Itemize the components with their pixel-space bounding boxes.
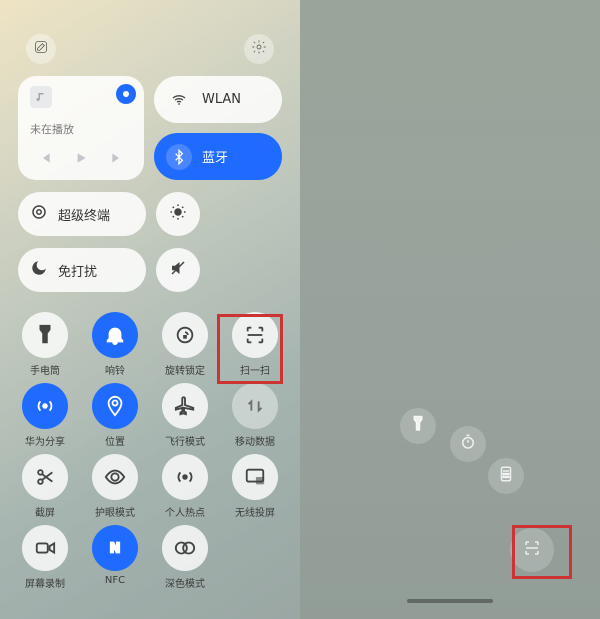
shortcut-label: 移动数据: [235, 433, 275, 448]
airplay-icon: [120, 85, 132, 104]
wifi-icon: [166, 87, 192, 113]
control-center-row-2: 超级终端: [18, 192, 282, 236]
scan-icon: [523, 539, 541, 561]
record-icon: [22, 525, 68, 571]
media-controls: [30, 150, 132, 170]
rotation-lock-icon: [162, 312, 208, 358]
edit-button[interactable]: [26, 34, 56, 64]
shortcut-label: 个人热点: [165, 504, 205, 519]
shortcut-label: 手电筒: [30, 362, 60, 377]
shortcut-label: 飞行模式: [165, 433, 205, 448]
shortcut-screenshot[interactable]: 截屏: [14, 454, 76, 519]
shortcut-flashlight[interactable]: 手电筒: [14, 312, 76, 377]
mute-icon: [169, 259, 187, 281]
compose-icon: [33, 39, 49, 59]
wlan-toggle[interactable]: WLAN: [154, 76, 282, 123]
calculator-icon: [497, 465, 515, 487]
stopwatch-icon: [459, 433, 477, 455]
control-center-screenshot: 未在播放 WLAN 蓝牙: [0, 0, 300, 619]
shortcut-label: 华为分享: [25, 433, 65, 448]
shortcut-nfc[interactable]: N NFC: [84, 525, 146, 590]
lock-shortcut-flashlight[interactable]: [400, 408, 436, 444]
nfc-icon: N: [92, 525, 138, 571]
shortcut-label: 响铃: [105, 362, 125, 377]
scissors-icon: [22, 454, 68, 500]
shortcut-label: NFC: [105, 575, 125, 586]
shortcut-eye-care[interactable]: 护眼模式: [84, 454, 146, 519]
lock-shortcut-calculator[interactable]: [488, 458, 524, 494]
super-device-pill[interactable]: 超级终端: [18, 192, 146, 236]
moon-icon: [30, 259, 48, 281]
shortcut-mobile-data[interactable]: 移动数据: [224, 383, 286, 448]
location-icon: [92, 383, 138, 429]
scan-icon: [232, 312, 278, 358]
music-note-icon: [30, 86, 52, 108]
hotspot-icon: [162, 454, 208, 500]
dnd-pill[interactable]: 免打扰: [18, 248, 146, 292]
eye-icon: [92, 454, 138, 500]
wlan-label: WLAN: [202, 92, 241, 107]
brightness-icon: [169, 203, 187, 225]
lock-shortcut-scan[interactable]: [510, 528, 554, 572]
control-center-top-bar: [0, 34, 300, 64]
prev-icon[interactable]: [39, 150, 55, 170]
dark-mode-icon: [162, 525, 208, 571]
lock-shortcut-arc: [434, 408, 554, 579]
shortcut-label: 屏幕录制: [25, 575, 65, 590]
brightness-button[interactable]: [156, 192, 200, 236]
next-icon[interactable]: [107, 150, 123, 170]
gear-icon: [251, 39, 267, 59]
shortcut-airplane[interactable]: 飞行模式: [154, 383, 216, 448]
shortcut-label: 位置: [105, 433, 125, 448]
flashlight-icon: [409, 415, 427, 437]
shortcut-scan[interactable]: 扫一扫: [224, 312, 286, 377]
shortcut-hotspot[interactable]: 个人热点: [154, 454, 216, 519]
shortcut-ring[interactable]: 响铃: [84, 312, 146, 377]
shortcut-label: 无线投屏: [235, 504, 275, 519]
play-icon[interactable]: [73, 150, 89, 170]
shortcut-grid: 手电筒 响铃 旋转锁定 扫一扫华为分享 位置 飞行模式 移动数据截屏 护眼模式 个人热点 无线投屏…: [14, 312, 286, 590]
cast-icon: [232, 454, 278, 500]
airplay-button[interactable]: [116, 84, 136, 104]
shortcut-cast[interactable]: 无线投屏: [224, 454, 286, 519]
shortcut-hw-share[interactable]: 华为分享: [14, 383, 76, 448]
flashlight-icon: [22, 312, 68, 358]
comparison-stage: 未在播放 WLAN 蓝牙: [0, 0, 600, 619]
shortcut-record[interactable]: 屏幕录制: [14, 525, 76, 590]
share-icon: [22, 383, 68, 429]
shortcut-label: 护眼模式: [95, 504, 135, 519]
lock-screen-screenshot: [300, 0, 600, 619]
super-device-label: 超级终端: [58, 205, 110, 224]
control-center-row-3: 免打扰: [18, 248, 282, 292]
svg-text:N: N: [110, 542, 121, 557]
media-status: 未在播放: [30, 121, 132, 137]
control-center-row-1: 未在播放 WLAN 蓝牙: [18, 76, 282, 180]
shortcut-location[interactable]: 位置: [84, 383, 146, 448]
mute-button[interactable]: [156, 248, 200, 292]
settings-button[interactable]: [244, 34, 274, 64]
bluetooth-icon: [166, 144, 192, 170]
data-icon: [232, 383, 278, 429]
shortcut-dark-mode[interactable]: 深色模式: [154, 525, 216, 590]
connectivity-pills: WLAN 蓝牙: [154, 76, 282, 180]
shortcut-label: 扫一扫: [240, 362, 270, 377]
bluetooth-toggle[interactable]: 蓝牙: [154, 133, 282, 180]
airplane-icon: [162, 383, 208, 429]
super-device-icon: [30, 203, 48, 225]
shortcut-label: 旋转锁定: [165, 362, 205, 377]
home-indicator: [407, 599, 493, 603]
media-card[interactable]: 未在播放: [18, 76, 144, 180]
shortcut-label: 截屏: [35, 504, 55, 519]
lock-shortcut-timer[interactable]: [450, 426, 486, 462]
dnd-label: 免打扰: [58, 261, 97, 280]
bluetooth-label: 蓝牙: [202, 147, 228, 166]
shortcut-rotation[interactable]: 旋转锁定: [154, 312, 216, 377]
shortcut-label: 深色模式: [165, 575, 205, 590]
bell-icon: [92, 312, 138, 358]
